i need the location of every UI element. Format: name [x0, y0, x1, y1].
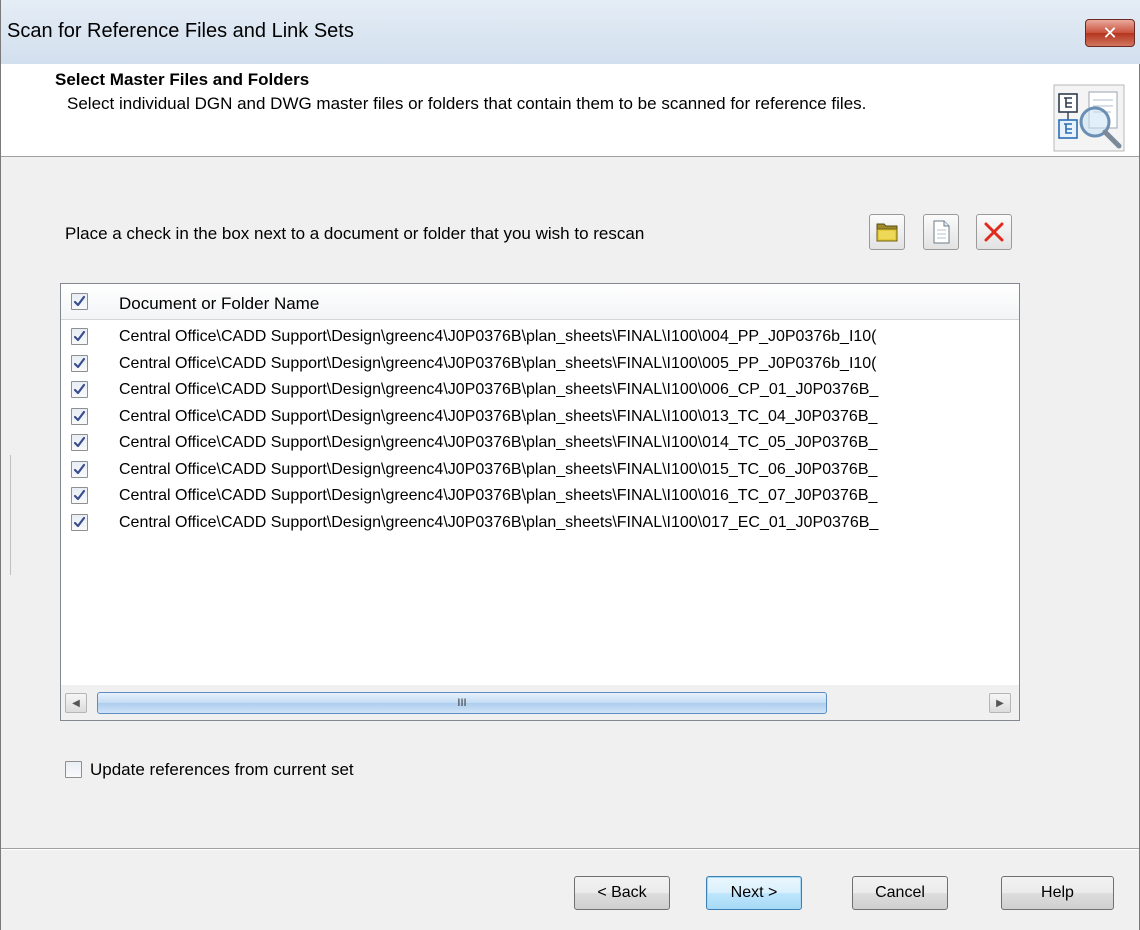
checkmark-icon: [73, 463, 86, 474]
title-bar: Scan for Reference Files and Link Sets ✕: [1, 0, 1140, 64]
update-references-checkbox[interactable]: [65, 761, 82, 778]
row-checkbox[interactable]: [71, 407, 88, 425]
add-folder-button[interactable]: [869, 214, 905, 250]
row-checkbox[interactable]: [71, 381, 88, 398]
window-title: Scan for Reference Files and Link Sets: [7, 20, 354, 42]
list-item[interactable]: Central Office\CADD Support\Design\green…: [61, 510, 1019, 537]
list-header: Document or Folder Name: [61, 284, 1019, 320]
reference-scan-icon: [1053, 84, 1125, 152]
row-checkbox[interactable]: [71, 460, 88, 478]
document-path: Central Office\CADD Support\Design\green…: [119, 354, 877, 372]
update-references-label: Update references from current set: [90, 760, 354, 779]
checkmark-icon: [73, 410, 86, 421]
chevron-right-icon: ▶: [996, 697, 1004, 709]
checkmark-icon: [73, 383, 86, 395]
document-path: Central Office\CADD Support\Design\green…: [119, 434, 878, 451]
add-folder-icon: [876, 223, 898, 242]
footer-divider: [1, 848, 1139, 850]
close-icon: ✕: [1102, 22, 1118, 44]
back-button[interactable]: < Back: [574, 876, 670, 910]
help-button[interactable]: Help: [1001, 876, 1114, 910]
document-path: Central Office\CADD Support\Design\green…: [119, 381, 879, 398]
row-checkbox[interactable]: [71, 328, 88, 345]
remove-icon: [984, 222, 1004, 242]
page-heading: Select Master Files and Folders: [55, 70, 310, 89]
list-item[interactable]: Central Office\CADD Support\Design\green…: [61, 324, 1019, 351]
column-header-name[interactable]: Document or Folder Name: [119, 294, 319, 314]
list-item[interactable]: Central Office\CADD Support\Design\green…: [61, 404, 1019, 431]
edge-divider: [1, 455, 11, 575]
checkmark-icon: [73, 436, 86, 448]
scroll-thumb[interactable]: III: [97, 692, 827, 714]
document-path: Central Office\CADD Support\Design\green…: [119, 460, 878, 478]
checkmark-icon: [73, 489, 86, 501]
row-checkbox[interactable]: [71, 487, 88, 504]
add-document-button[interactable]: [923, 214, 959, 250]
checkmark-icon: [73, 330, 86, 342]
document-path: Central Office\CADD Support\Design\green…: [119, 328, 877, 345]
remove-button[interactable]: [976, 214, 1012, 250]
document-path: Central Office\CADD Support\Design\green…: [119, 487, 878, 504]
row-checkbox[interactable]: [71, 434, 88, 451]
page-subheading: Select individual DGN and DWG master fil…: [67, 94, 867, 113]
grip-icon: III: [457, 697, 467, 709]
cancel-button[interactable]: Cancel: [852, 876, 948, 910]
chevron-left-icon: ◀: [72, 697, 80, 709]
horizontal-scrollbar[interactable]: ◀ III ▶: [61, 685, 1019, 720]
wizard-header: Select Master Files and Folders Select i…: [1, 64, 1139, 157]
document-path: Central Office\CADD Support\Design\green…: [119, 407, 878, 425]
add-document-icon: [933, 220, 950, 244]
list-item[interactable]: Central Office\CADD Support\Design\green…: [61, 457, 1019, 484]
scroll-right-button[interactable]: ▶: [989, 693, 1011, 713]
checkmark-icon: [73, 357, 86, 368]
document-path: Central Office\CADD Support\Design\green…: [119, 513, 879, 531]
instruction-text: Place a check in the box next to a docum…: [65, 224, 645, 243]
next-button[interactable]: Next >: [706, 876, 802, 910]
list-item[interactable]: Central Office\CADD Support\Design\green…: [61, 430, 1019, 457]
row-checkbox[interactable]: [71, 354, 88, 372]
checkmark-icon: [73, 295, 86, 307]
select-all-checkbox[interactable]: [71, 293, 88, 310]
dialog-window: Scan for Reference Files and Link Sets ✕…: [0, 0, 1140, 930]
close-button[interactable]: ✕: [1085, 19, 1135, 47]
document-list[interactable]: Document or Folder Name Central Office\C…: [60, 283, 1020, 721]
scroll-left-button[interactable]: ◀: [65, 693, 87, 713]
checkmark-icon: [73, 516, 86, 527]
list-rows: Central Office\CADD Support\Design\green…: [61, 324, 1019, 536]
list-item[interactable]: Central Office\CADD Support\Design\green…: [61, 351, 1019, 378]
row-checkbox[interactable]: [71, 513, 88, 531]
list-item[interactable]: Central Office\CADD Support\Design\green…: [61, 377, 1019, 404]
list-item[interactable]: Central Office\CADD Support\Design\green…: [61, 483, 1019, 510]
